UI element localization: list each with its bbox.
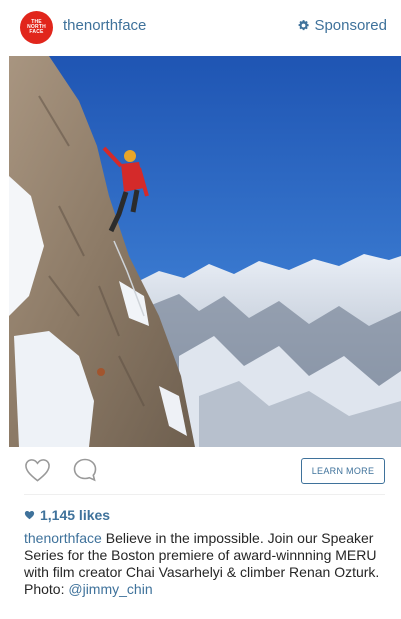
- climber-mountain-image: [9, 56, 401, 447]
- likes-count[interactable]: 1,145 likes: [24, 507, 110, 523]
- sponsored-label[interactable]: Sponsored: [297, 17, 387, 34]
- avatar[interactable]: THE NORTH FACE: [20, 11, 53, 44]
- like-button[interactable]: [24, 457, 51, 483]
- divider: [24, 494, 385, 495]
- post-header: THE NORTH FACE thenorthface Sponsored: [0, 0, 401, 56]
- post-photo[interactable]: [9, 56, 401, 447]
- username-link[interactable]: thenorthface: [63, 17, 146, 34]
- gear-icon: [299, 20, 310, 31]
- likes-text: 1,145 likes: [40, 507, 111, 523]
- comment-button[interactable]: [72, 457, 98, 483]
- caption-username-link[interactable]: thenorthface: [24, 530, 102, 546]
- post-caption: thenorthface Believe in the impossible. …: [24, 530, 384, 598]
- post-actions: LEARN MORE: [0, 447, 401, 495]
- sponsored-text: Sponsored: [314, 17, 387, 34]
- caption-mention-link[interactable]: @jimmy_chin: [68, 581, 152, 597]
- learn-more-button[interactable]: LEARN MORE: [301, 458, 385, 484]
- heart-outline-icon: [25, 459, 50, 482]
- comment-bubble-icon: [73, 458, 97, 482]
- avatar-logo-text: THE NORTH FACE: [27, 19, 46, 35]
- heart-filled-icon: [24, 510, 35, 520]
